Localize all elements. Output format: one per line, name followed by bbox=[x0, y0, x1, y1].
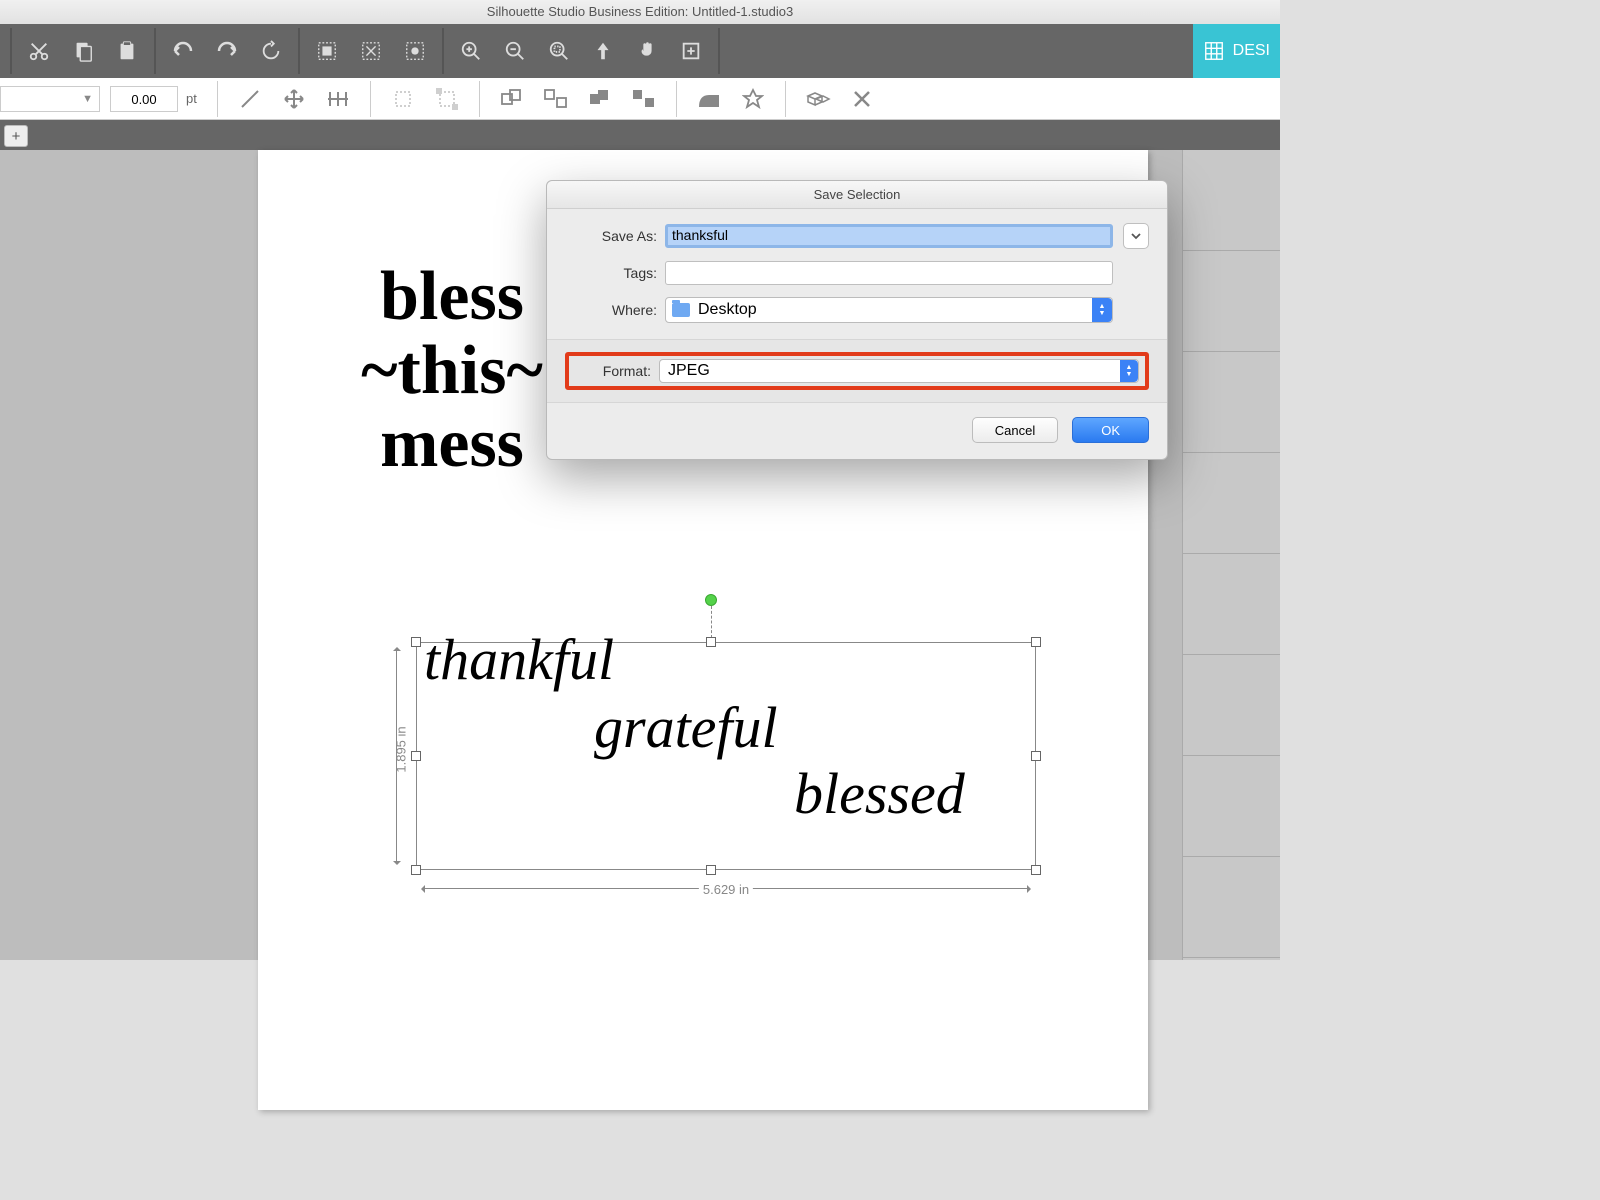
rotate-handle[interactable] bbox=[705, 594, 717, 606]
script-line2: grateful bbox=[594, 694, 778, 761]
expand-dialog-button[interactable] bbox=[1123, 223, 1149, 249]
crop-icon[interactable] bbox=[383, 81, 423, 117]
pan-icon[interactable] bbox=[626, 33, 668, 69]
selection-bounding-box[interactable]: 1.895 in 5.629 in thankful grateful bles… bbox=[386, 642, 1036, 900]
document-tabbar: + bbox=[0, 120, 1280, 150]
script-line1: thankful bbox=[424, 626, 614, 693]
zoom-out-icon[interactable] bbox=[494, 33, 536, 69]
group-icon[interactable] bbox=[492, 81, 532, 117]
text-art-bless[interactable]: bless ~this~ mess bbox=[322, 260, 582, 481]
resize-handle[interactable] bbox=[411, 751, 421, 761]
line-style-dropdown[interactable]: ▼ bbox=[0, 86, 100, 112]
app-titlebar: Silhouette Studio Business Edition: Unti… bbox=[0, 0, 1280, 24]
shape-tool-icon[interactable] bbox=[689, 81, 729, 117]
select-all-icon[interactable] bbox=[306, 33, 348, 69]
resize-handle[interactable] bbox=[1031, 865, 1041, 875]
right-ruler bbox=[1182, 150, 1280, 960]
where-label: Where: bbox=[565, 302, 657, 318]
format-row-highlight: Format: JPEG ▲▼ bbox=[565, 352, 1149, 390]
resize-handle[interactable] bbox=[706, 637, 716, 647]
tags-label: Tags: bbox=[565, 265, 657, 281]
undo-icon[interactable] bbox=[162, 33, 204, 69]
chevron-updown-icon: ▲▼ bbox=[1092, 298, 1112, 322]
resize-handle[interactable] bbox=[1031, 751, 1041, 761]
width-label: 5.629 in bbox=[699, 882, 753, 897]
cut-icon[interactable] bbox=[18, 33, 60, 69]
bless-line1: bless bbox=[322, 260, 582, 334]
save-as-label: Save As: bbox=[565, 228, 657, 244]
bless-line3: mess bbox=[322, 407, 582, 481]
release-compound-icon[interactable] bbox=[624, 81, 664, 117]
chevron-updown-icon: ▲▼ bbox=[1120, 360, 1138, 382]
resize-handle[interactable] bbox=[411, 865, 421, 875]
refresh-icon[interactable] bbox=[250, 33, 292, 69]
boxes-icon[interactable] bbox=[798, 81, 838, 117]
cancel-button[interactable]: Cancel bbox=[972, 417, 1058, 443]
left-gutter bbox=[0, 150, 182, 960]
format-value: JPEG bbox=[668, 362, 710, 380]
bless-line2: ~this~ bbox=[322, 334, 582, 408]
text-art-thankful[interactable]: thankful grateful blessed bbox=[434, 648, 1022, 862]
design-tab-label: DESI bbox=[1233, 42, 1270, 60]
tags-input[interactable] bbox=[665, 261, 1113, 285]
resize-handle[interactable] bbox=[706, 865, 716, 875]
paste-icon[interactable] bbox=[106, 33, 148, 69]
transform-icon[interactable] bbox=[427, 81, 467, 117]
resize-handle[interactable] bbox=[1031, 637, 1041, 647]
unit-label: pt bbox=[186, 91, 197, 106]
height-label: 1.895 in bbox=[394, 726, 409, 772]
main-toolbar: DESI bbox=[0, 24, 1280, 78]
format-dropdown[interactable]: JPEG ▲▼ bbox=[659, 359, 1139, 383]
fit-page-icon[interactable] bbox=[670, 33, 712, 69]
save-selection-dialog: Save Selection Save As: thanksful Tags: … bbox=[546, 180, 1168, 460]
zoom-in-icon[interactable] bbox=[450, 33, 492, 69]
resize-handle[interactable] bbox=[411, 637, 421, 647]
save-as-input[interactable]: thanksful bbox=[665, 224, 1113, 248]
ungroup-icon[interactable] bbox=[536, 81, 576, 117]
format-label: Format: bbox=[575, 363, 651, 379]
height-dimension: 1.895 in bbox=[386, 642, 408, 870]
close-icon[interactable] bbox=[842, 81, 882, 117]
palette-select-icon[interactable] bbox=[394, 33, 436, 69]
line-tool-icon[interactable] bbox=[230, 81, 270, 117]
script-line3: blessed bbox=[794, 760, 965, 827]
dialog-title: Save Selection bbox=[547, 181, 1167, 209]
where-dropdown[interactable]: Desktop ▲▼ bbox=[665, 297, 1113, 323]
add-tab-button[interactable]: + bbox=[4, 125, 28, 147]
align-distribute-icon[interactable] bbox=[318, 81, 358, 117]
move-tool-icon[interactable] bbox=[274, 81, 314, 117]
copy-icon[interactable] bbox=[62, 33, 104, 69]
ok-button[interactable]: OK bbox=[1072, 417, 1149, 443]
zoom-selection-icon[interactable] bbox=[538, 33, 580, 69]
properties-toolbar: ▼ 0.00 pt bbox=[0, 78, 1280, 120]
compound-icon[interactable] bbox=[580, 81, 620, 117]
where-value: Desktop bbox=[698, 301, 757, 319]
line-weight-input[interactable]: 0.00 bbox=[110, 86, 178, 112]
design-tab-button[interactable]: DESI bbox=[1193, 24, 1280, 78]
star-tool-icon[interactable] bbox=[733, 81, 773, 117]
deselect-icon[interactable] bbox=[350, 33, 392, 69]
folder-icon bbox=[672, 303, 690, 317]
zoom-fit-icon[interactable] bbox=[582, 33, 624, 69]
redo-icon[interactable] bbox=[206, 33, 248, 69]
width-dimension: 5.629 in bbox=[416, 878, 1036, 900]
